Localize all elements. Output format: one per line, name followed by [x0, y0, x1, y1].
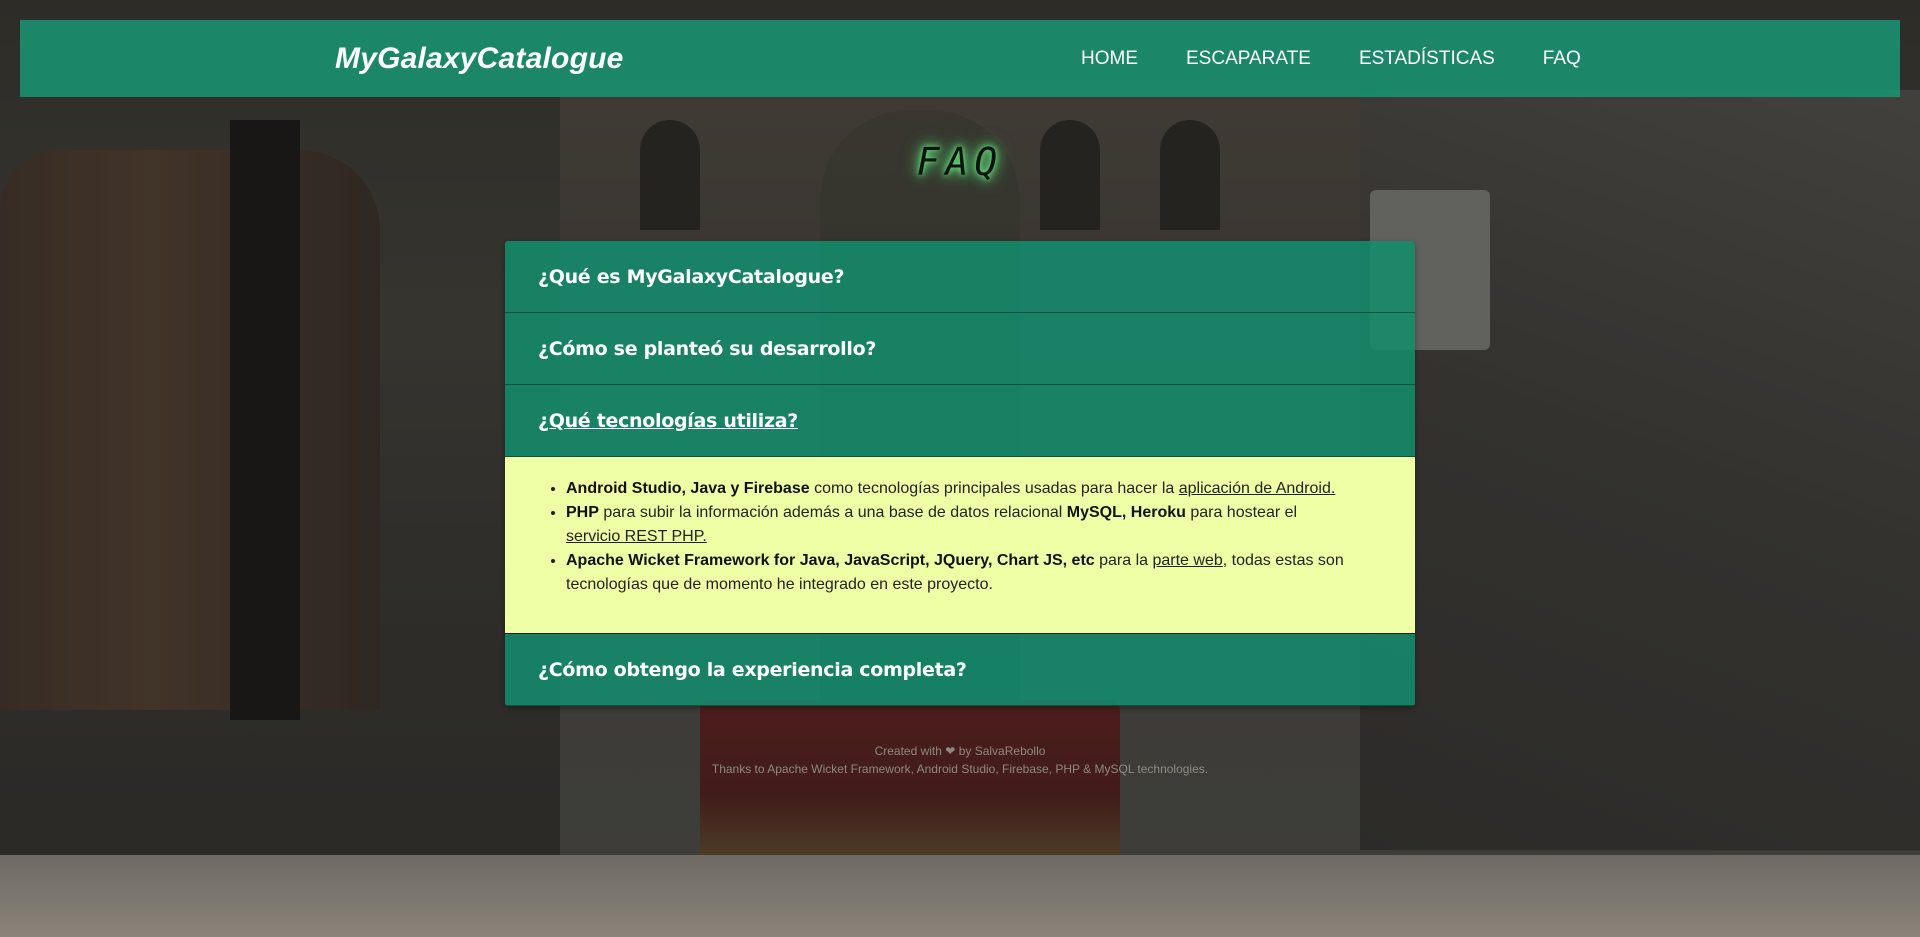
- answer-bold: PHP: [566, 504, 599, 521]
- faq-question-3[interactable]: ¿Qué tecnologías utiliza?: [505, 385, 1415, 457]
- answer-text: como tecnologías principales usadas para…: [809, 480, 1179, 497]
- answer-bold: MySQL, Heroku: [1066, 504, 1186, 521]
- footer-author: by SalvaRebollo: [958, 744, 1046, 758]
- list-item: Android Studio, Java y Firebase como tec…: [566, 477, 1355, 501]
- faq-question-label: ¿Cómo obtengo la experiencia completa?: [538, 658, 967, 681]
- top-navbar: MyGalaxyCatalogue HOME ESCAPARATE ESTADÍ…: [20, 20, 1900, 97]
- faq-question-2[interactable]: ¿Cómo se planteó su desarrollo?: [505, 313, 1415, 385]
- faq-accordion: ¿Qué es MyGalaxyCatalogue? ¿Cómo se plan…: [505, 241, 1415, 706]
- nav-link-faq[interactable]: FAQ: [1543, 48, 1581, 70]
- faq-question-4[interactable]: ¿Cómo obtengo la experiencia completa?: [505, 634, 1415, 706]
- list-item: PHP para subir la información además a u…: [566, 501, 1355, 549]
- web-part-link[interactable]: parte web: [1152, 552, 1222, 569]
- answer-text: para hostear el: [1185, 504, 1298, 521]
- list-item: Apache Wicket Framework for Java, JavaSc…: [566, 549, 1355, 597]
- faq-question-label: ¿Qué tecnologías utiliza?: [538, 409, 798, 432]
- answer-bold: Apache Wicket Framework for Java, JavaSc…: [566, 552, 1095, 569]
- answer-bold: Android Studio, Java y Firebase: [566, 480, 810, 497]
- heart-icon: ❤: [945, 744, 956, 758]
- answer-text: para subir la información además a una b…: [598, 504, 1067, 521]
- footer-text: Created with: [874, 744, 942, 758]
- page-footer: Created with ❤ by SalvaRebollo Thanks to…: [0, 742, 1920, 778]
- faq-answer-3: Android Studio, Java y Firebase como tec…: [505, 457, 1415, 634]
- answer-list: Android Studio, Java y Firebase como tec…: [538, 477, 1355, 597]
- rest-php-link[interactable]: servicio REST PHP.: [566, 528, 707, 545]
- footer-thanks: Thanks to Apache Wicket Framework, Andro…: [711, 762, 1209, 776]
- faq-question-label: ¿Cómo se planteó su desarrollo?: [538, 337, 877, 360]
- page-title: FAQ: [916, 140, 1004, 184]
- nav-link-home[interactable]: HOME: [1081, 48, 1138, 70]
- nav-link-escaparate[interactable]: ESCAPARATE: [1186, 48, 1311, 70]
- nav-links: HOME ESCAPARATE ESTADÍSTICAS FAQ: [1081, 48, 1581, 70]
- faq-question-1[interactable]: ¿Qué es MyGalaxyCatalogue?: [505, 241, 1415, 313]
- brand-logo[interactable]: MyGalaxyCatalogue: [335, 42, 624, 76]
- footer-credits: Created with ❤ by SalvaRebollo: [0, 742, 1920, 760]
- answer-text: para la: [1094, 552, 1153, 569]
- faq-question-label: ¿Qué es MyGalaxyCatalogue?: [538, 265, 845, 288]
- bg-bottom-strip: [0, 855, 1920, 937]
- android-app-link[interactable]: aplicación de Android.: [1179, 480, 1336, 497]
- nav-link-estadisticas[interactable]: ESTADÍSTICAS: [1359, 48, 1495, 70]
